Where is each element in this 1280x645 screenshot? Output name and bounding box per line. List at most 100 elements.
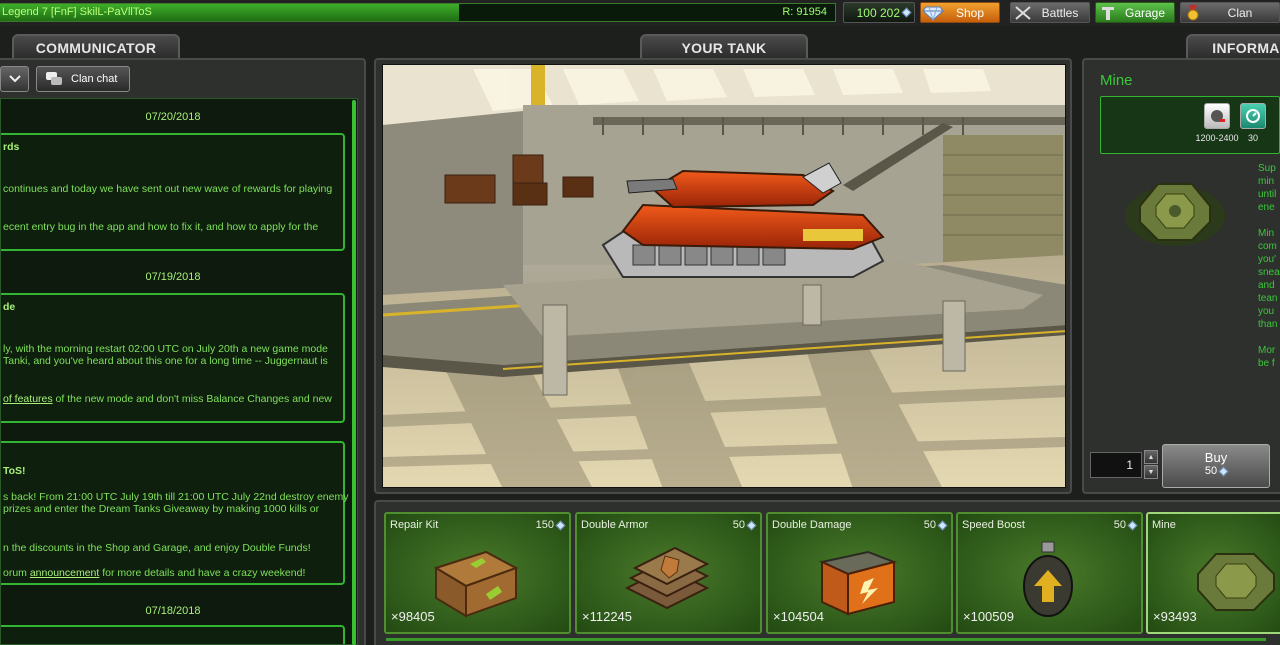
shop-button[interactable]: Shop (920, 2, 1000, 23)
player-name: Legend 7 [FnF] SkilL-PaVllToS (2, 6, 152, 18)
crystal-icon (1218, 466, 1229, 476)
communicator-toolbar: Clan chat (0, 64, 360, 96)
news-date: 07/18/2018 (145, 605, 201, 617)
news-item[interactable]: rds continues and today we have sent out… (1, 133, 345, 251)
desc-gap (1258, 214, 1280, 227)
your-tank-title: YOUR TANK (640, 34, 808, 60)
item-description: Sup min until ene Min com you' snea and … (1258, 162, 1280, 370)
clan-label: Clan (1227, 5, 1253, 20)
item-card-name: Double Armor (581, 519, 649, 531)
desc-line: ene (1258, 202, 1275, 213)
item-card-double-damage[interactable]: Double Damage 50 ×104504 (766, 512, 953, 634)
item-card-count: ×104504 (773, 609, 824, 624)
clan-button[interactable]: Clan (1180, 2, 1280, 23)
news-text: n the discounts in the Shop and Garage, … (3, 542, 311, 554)
channel-dropdown-button[interactable] (0, 66, 29, 92)
reload-value: 30 (1247, 133, 1258, 143)
top-bar: Legend 7 [FnF] SkilL-PaVllToS R: 91954 1… (0, 0, 1280, 26)
news-title: ToS! (3, 465, 26, 477)
price-value: 50 (732, 519, 745, 531)
crossed-swords-icon (1011, 3, 1035, 22)
announcement-link[interactable]: announcement (30, 567, 99, 579)
diamond-icon (921, 3, 945, 22)
price-value: 50 (1113, 519, 1126, 531)
clan-chat-label: Clan chat (71, 73, 118, 85)
item-card-count: ×98405 (391, 609, 435, 624)
item-card-price: 50 (924, 519, 948, 531)
decrement-button[interactable]: ▼ (1144, 465, 1158, 479)
double-damage-icon (818, 550, 898, 616)
item-card-name: Speed Boost (962, 519, 1025, 531)
communicator-title: COMMUNICATOR (12, 34, 180, 60)
desc-line: you' (1258, 254, 1277, 265)
item-card-count: ×93493 (1153, 609, 1197, 624)
item-card-repair-kit[interactable]: Repair Kit 150 ×98405 (384, 512, 571, 634)
item-card-count: ×112245 (582, 609, 633, 624)
mine-icon (1197, 553, 1275, 611)
news-text: continues and today we have sent out new… (3, 183, 333, 195)
garage-button[interactable]: Garage (1095, 2, 1175, 23)
item-stats: 1200-2400 30 (1100, 96, 1280, 154)
item-card-double-armor[interactable]: Double Armor 50 ×112245 (575, 512, 762, 634)
item-card-price: 150 (535, 519, 566, 531)
garage-tools-icon (1096, 3, 1120, 22)
item-card-price: 50 (732, 519, 757, 531)
news-item[interactable]: ToS! s back! From 21:00 UTC July 19th ti… (1, 441, 349, 585)
buy-button[interactable]: Buy 50 (1162, 444, 1270, 488)
desc-line: Sup (1258, 163, 1276, 174)
speed-boost-icon (1023, 541, 1073, 617)
item-card-name: Mine (1152, 519, 1176, 531)
news-date: 07/20/2018 (145, 111, 201, 123)
crystal-icon (555, 520, 566, 530)
news-scrollbar[interactable] (352, 100, 356, 645)
desc-line: until (1258, 189, 1277, 200)
battles-button[interactable]: Battles (1010, 2, 1090, 23)
buy-price: 50 (1163, 465, 1269, 477)
item-card-price: 50 (1113, 519, 1138, 531)
desc-line: com (1258, 241, 1277, 252)
medal-icon (1181, 3, 1205, 22)
news-title: de (3, 301, 16, 313)
news-text: s back! From 21:00 UTC July 19th till 21… (3, 491, 349, 503)
item-card-mine[interactable]: Mine ×93493 (1146, 512, 1280, 634)
reload-stat: 30 (1231, 103, 1275, 143)
item-card-speed-boost[interactable]: Speed Boost 50 ×100509 (956, 512, 1143, 634)
news-text-before: orum (3, 567, 30, 579)
rank-score: R: 91954 (782, 6, 827, 18)
quantity-input[interactable] (1090, 452, 1142, 478)
desc-line: be f (1258, 358, 1275, 369)
repair-kit-icon (433, 550, 519, 618)
reload-icon (1240, 103, 1266, 129)
desc-line: Mor (1258, 345, 1276, 356)
crystal-icon (901, 7, 912, 18)
features-link[interactable]: of features (3, 393, 53, 405)
news-item[interactable]: de ly, with the morning restart 02:00 UT… (1, 293, 345, 423)
desc-line: than (1258, 319, 1278, 330)
mine-icon (1122, 170, 1228, 250)
battles-label: Battles (1041, 5, 1079, 20)
item-card-count: ×100509 (963, 609, 1014, 624)
item-card-name: Double Damage (772, 519, 852, 531)
news-title: rds (3, 141, 20, 153)
price-value: 150 (535, 519, 554, 531)
crystals-balance: 100 202 (843, 2, 915, 23)
crystal-icon (937, 520, 948, 530)
news-text: prizes and enter the Dream Tanks Giveawa… (3, 503, 320, 515)
chevron-down-icon (8, 75, 21, 83)
desc-line: you (1258, 306, 1275, 317)
news-text: Tanki, and you've heard about this one f… (3, 355, 328, 367)
increment-button[interactable]: ▲ (1144, 450, 1158, 464)
garage-label: Garage (1124, 5, 1166, 20)
item-name: Mine (1100, 72, 1133, 89)
crystal-icon (746, 520, 757, 530)
crystal-icon (1127, 520, 1138, 530)
clan-chat-button[interactable]: Clan chat (36, 66, 130, 92)
news-date: 07/19/2018 (145, 271, 201, 283)
double-armor-icon (624, 546, 710, 610)
news-item[interactable] (1, 625, 345, 644)
desc-line: and (1258, 280, 1275, 291)
quantity-stepper[interactable]: ▲ ▼ (1144, 450, 1158, 480)
items-scrollbar[interactable] (386, 638, 1266, 641)
tank-preview[interactable] (382, 64, 1066, 488)
crystals-amount: 100 202 (856, 5, 900, 20)
